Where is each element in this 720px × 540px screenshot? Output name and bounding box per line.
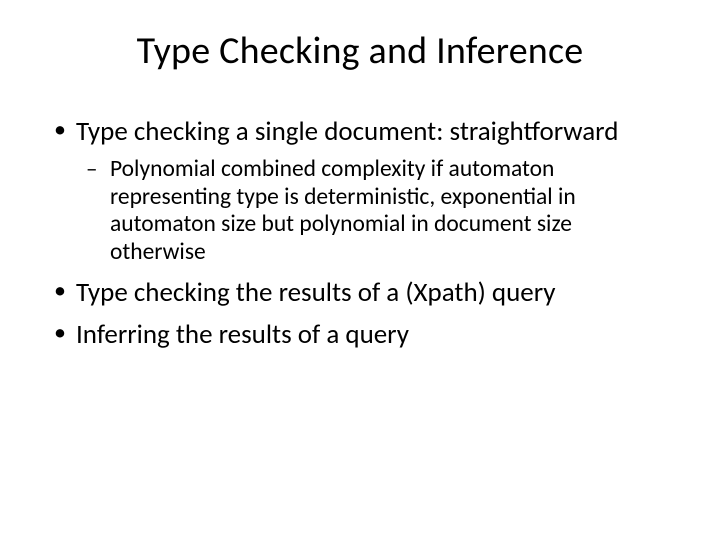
- bullet-text: Type checking the results of a (Xpath) q…: [76, 276, 556, 309]
- sub-bullet-text: Polynomial combined complexity if automa…: [110, 155, 576, 266]
- bullet-item: Type checking the results of a (Xpath) q…: [48, 277, 672, 309]
- bullet-item: Inferring the results of a query: [48, 319, 672, 351]
- bullet-text: Inferring the results of a query: [76, 318, 409, 351]
- bullet-list-level1: Type checking a single document: straigh…: [48, 116, 672, 350]
- bullet-text: Type checking a single document: straigh…: [76, 115, 618, 148]
- slide-title: Type Checking and Inference: [48, 28, 672, 74]
- sub-bullet-item: Polynomial combined complexity if automa…: [76, 156, 672, 267]
- bullet-list-level2: Polynomial combined complexity if automa…: [76, 156, 672, 267]
- bullet-item: Type checking a single document: straigh…: [48, 116, 672, 267]
